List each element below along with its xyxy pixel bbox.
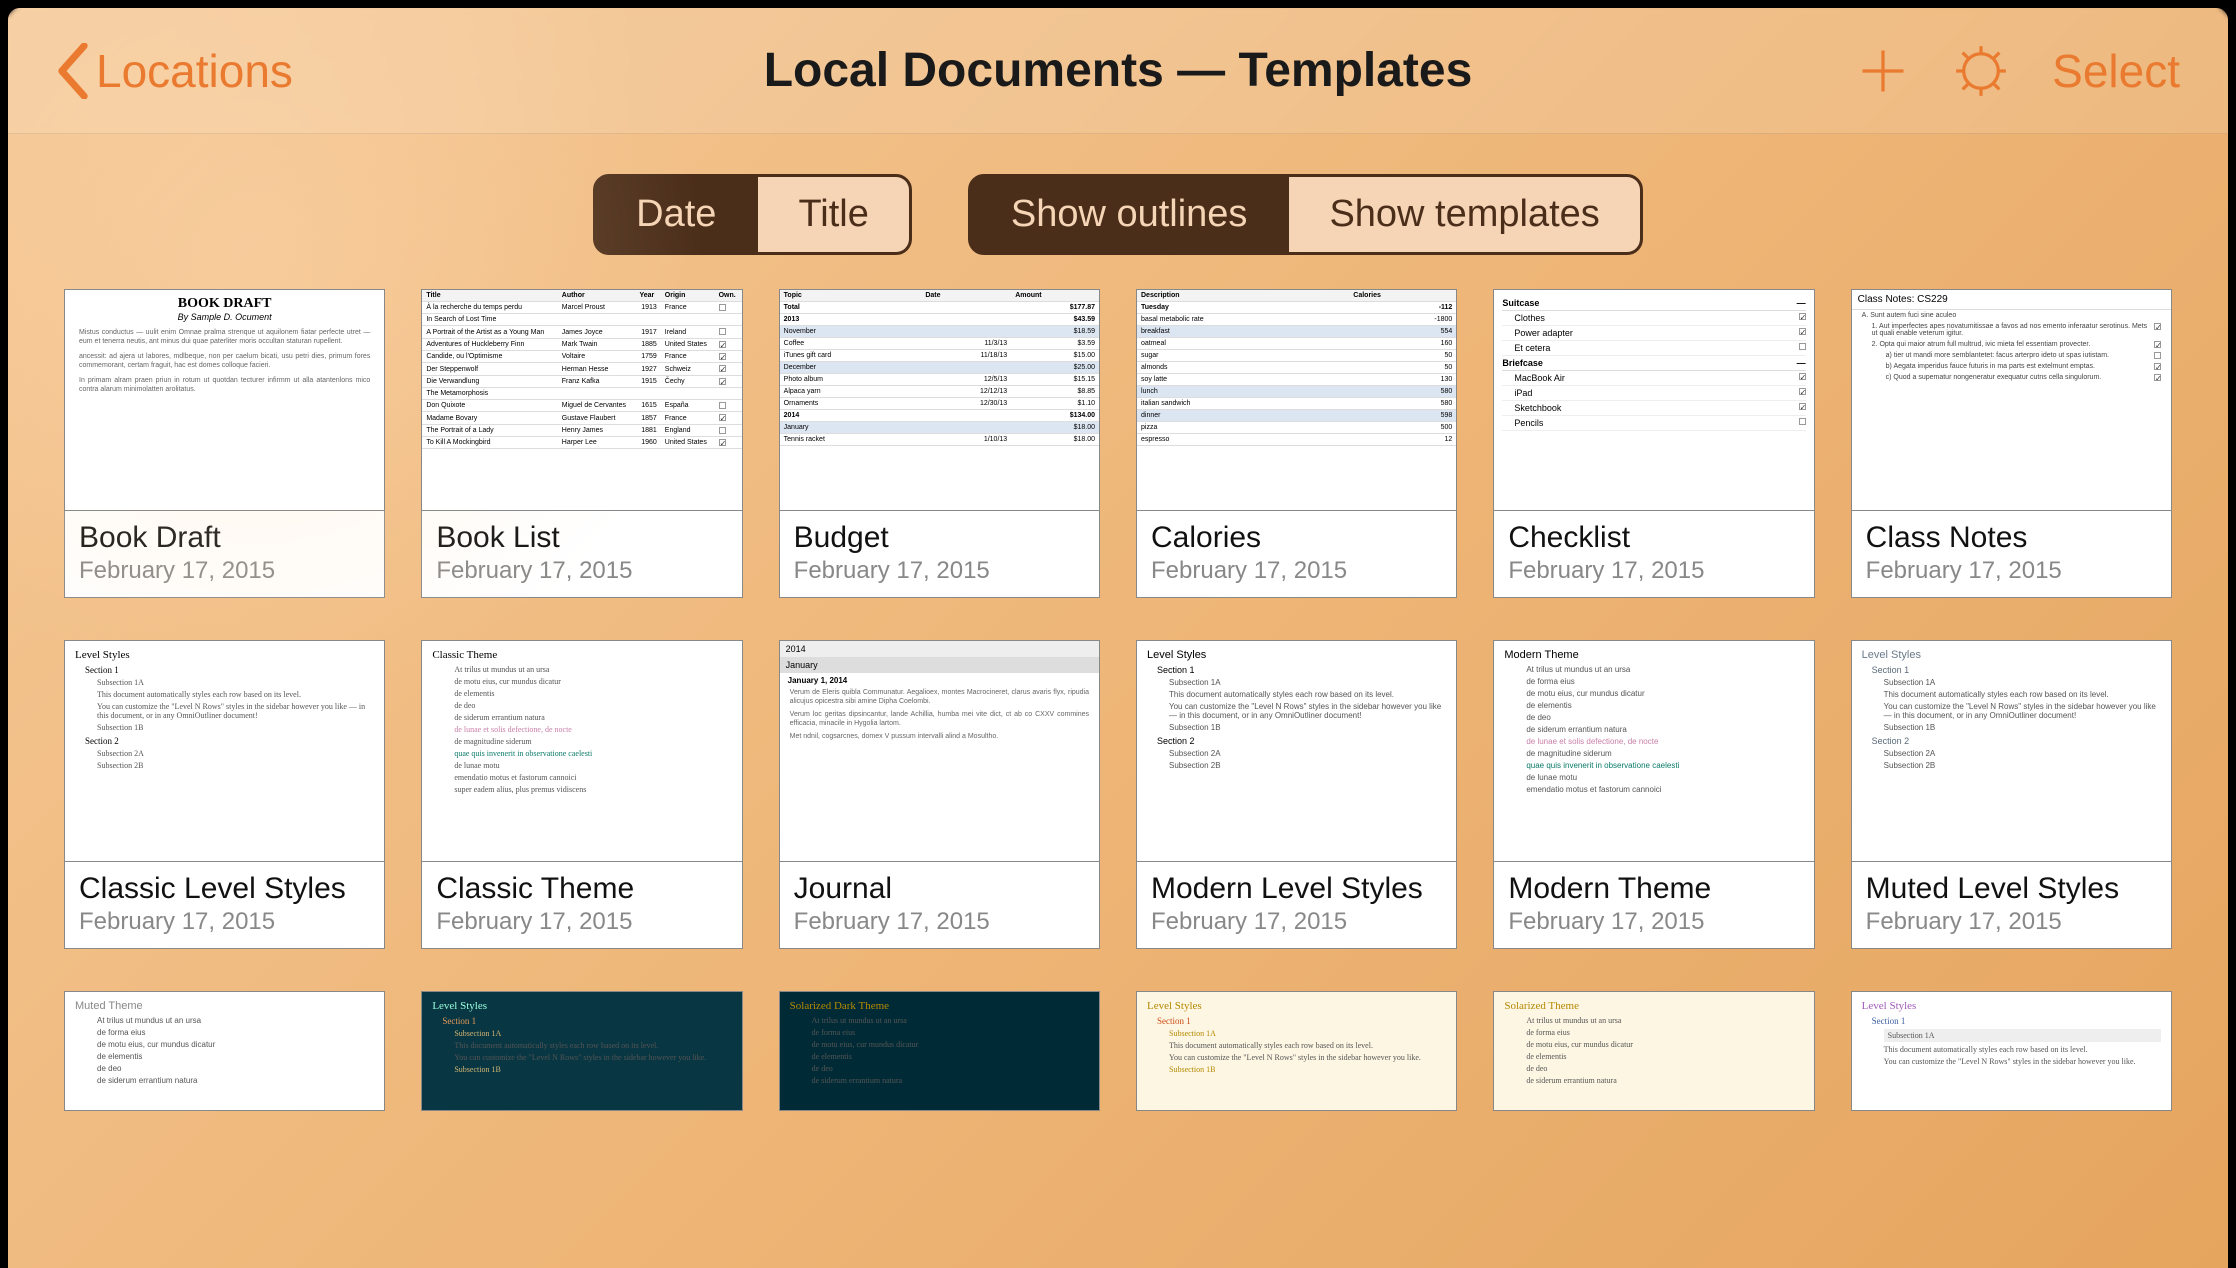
caption: Book List February 17, 2015: [421, 511, 742, 598]
template-solarized-theme[interactable]: Solarized Theme At trilus ut mundus ut a…: [1493, 991, 1814, 1111]
caption: Journal February 17, 2015: [779, 862, 1100, 949]
app-window: Locations Local Documents — Templates Se: [8, 8, 2228, 1268]
template-solarized-dark-theme[interactable]: Solarized Dark Theme At trilus ut mundus…: [779, 991, 1100, 1111]
template-title: Journal: [794, 872, 1085, 906]
template-title: Classic Level Styles: [79, 872, 370, 906]
template-book-list[interactable]: TitleAuthorYearOriginOwn.À la recherche …: [421, 289, 742, 598]
template-date: February 17, 2015: [794, 908, 1085, 936]
thumbnail: Level Styles Section 1 Subsection 1A Thi…: [1136, 640, 1457, 862]
sort-segment: Date Title: [593, 174, 912, 255]
back-label: Locations: [96, 44, 293, 98]
template-date: February 17, 2015: [794, 557, 1085, 585]
thumbnail: Solarized Theme At trilus ut mundus ut a…: [1493, 991, 1814, 1111]
template-title: Class Notes: [1866, 521, 2157, 555]
template-journal[interactable]: 2014 January January 1, 2014 Verum de El…: [779, 640, 1100, 949]
thumbnail: TitleAuthorYearOriginOwn.À la recherche …: [421, 289, 742, 511]
sort-date[interactable]: Date: [596, 177, 756, 252]
thumbnail: 2014 January January 1, 2014 Verum de El…: [779, 640, 1100, 862]
toolbar: Locations Local Documents — Templates Se: [8, 8, 2228, 134]
template-muted-theme[interactable]: Muted Theme At trilus ut mundus ut an ur…: [64, 991, 385, 1111]
template-date: February 17, 2015: [1866, 557, 2157, 585]
thumbnail: BOOK DRAFT By Sample D. Ocument Mistus c…: [64, 289, 385, 511]
thumbnail: Level Styles Section 1 Subsection 1A Thi…: [64, 640, 385, 862]
filter-segment: Show outlines Show templates: [968, 174, 1643, 255]
caption: Classic Theme February 17, 2015: [421, 862, 742, 949]
template-title: Modern Theme: [1508, 872, 1799, 906]
template-ocean-level-styles[interactable]: Level Styles Section 1 Subsection 1A Thi…: [421, 991, 742, 1111]
template-book-draft[interactable]: BOOK DRAFT By Sample D. Ocument Mistus c…: [64, 289, 385, 598]
template-date: February 17, 2015: [436, 908, 727, 936]
caption: Modern Theme February 17, 2015: [1493, 862, 1814, 949]
document-grid: BOOK DRAFT By Sample D. Ocument Mistus c…: [8, 289, 2228, 1151]
template-classic-level-styles[interactable]: Level Styles Section 1 Subsection 1A Thi…: [64, 640, 385, 949]
back-button[interactable]: Locations: [56, 43, 293, 99]
template-date: February 17, 2015: [1508, 557, 1799, 585]
template-class-notes[interactable]: Class Notes: CS229 A. Sunt autem fuci si…: [1851, 289, 2172, 598]
template-title: Book Draft: [79, 521, 370, 555]
template-title: Book List: [436, 521, 727, 555]
thumbnail: Level Styles Section 1 Subsection 1A Thi…: [1851, 640, 2172, 862]
template-date: February 17, 2015: [1151, 557, 1442, 585]
template-classic-theme[interactable]: Classic Theme At trilus ut mundus ut an …: [421, 640, 742, 949]
template-date: February 17, 2015: [1151, 908, 1442, 936]
template-calories[interactable]: DescriptionCaloriesTuesday-112basal meta…: [1136, 289, 1457, 598]
template-date: February 17, 2015: [1866, 908, 2157, 936]
template-date: February 17, 2015: [436, 557, 727, 585]
thumbnail: Muted Theme At trilus ut mundus ut an ur…: [64, 991, 385, 1111]
thumbnail: Classic Theme At trilus ut mundus ut an …: [421, 640, 742, 862]
caption: Classic Level Styles February 17, 2015: [64, 862, 385, 949]
thumbnail: Solarized Dark Theme At trilus ut mundus…: [779, 991, 1100, 1111]
thumbnail: Level Styles Section 1 Subsection 1A Thi…: [421, 991, 742, 1111]
caption: Class Notes February 17, 2015: [1851, 511, 2172, 598]
template-violet-level-styles[interactable]: Level Styles Section 1 Subsection 1A Thi…: [1851, 991, 2172, 1111]
thumbnail: Modern Theme At trilus ut mundus ut an u…: [1493, 640, 1814, 862]
segmented-controls: Date Title Show outlines Show templates: [8, 134, 2228, 289]
plus-icon: [1856, 44, 1910, 98]
toolbar-right: Select: [1856, 44, 2180, 98]
settings-button[interactable]: [1954, 44, 2008, 98]
template-title: Checklist: [1508, 521, 1799, 555]
preview-heading: Class Notes: CS229: [1852, 290, 2171, 310]
template-date: February 17, 2015: [1508, 908, 1799, 936]
preview-byline: By Sample D. Ocument: [65, 312, 384, 322]
template-date: February 17, 2015: [79, 557, 370, 585]
template-solarized-level-styles[interactable]: Level Styles Section 1 Subsection 1A Thi…: [1136, 991, 1457, 1111]
gear-icon: [1954, 44, 2008, 98]
template-title: Modern Level Styles: [1151, 872, 1442, 906]
caption: Muted Level Styles February 17, 2015: [1851, 862, 2172, 949]
template-budget[interactable]: TopicDateAmountTotal$177.872013$43.59Nov…: [779, 289, 1100, 598]
thumbnail: Level Styles Section 1 Subsection 1A Thi…: [1851, 991, 2172, 1111]
filter-templates[interactable]: Show templates: [1287, 177, 1639, 252]
template-checklist[interactable]: Suitcase—ClothesPower adapterEt ceteraBr…: [1493, 289, 1814, 598]
preview-heading: BOOK DRAFT: [65, 290, 384, 312]
select-button[interactable]: Select: [2052, 44, 2180, 98]
thumbnail: Suitcase—ClothesPower adapterEt ceteraBr…: [1493, 289, 1814, 511]
template-title: Classic Theme: [436, 872, 727, 906]
template-date: February 17, 2015: [79, 908, 370, 936]
caption: Book Draft February 17, 2015: [64, 511, 385, 598]
caption: Checklist February 17, 2015: [1493, 511, 1814, 598]
filter-outlines[interactable]: Show outlines: [971, 177, 1288, 252]
template-title: Muted Level Styles: [1866, 872, 2157, 906]
template-muted-level-styles[interactable]: Level Styles Section 1 Subsection 1A Thi…: [1851, 640, 2172, 949]
thumbnail: Class Notes: CS229 A. Sunt autem fuci si…: [1851, 289, 2172, 511]
caption: Budget February 17, 2015: [779, 511, 1100, 598]
chevron-left-icon: [56, 43, 90, 99]
thumbnail: DescriptionCaloriesTuesday-112basal meta…: [1136, 289, 1457, 511]
template-modern-theme[interactable]: Modern Theme At trilus ut mundus ut an u…: [1493, 640, 1814, 949]
caption: Calories February 17, 2015: [1136, 511, 1457, 598]
sort-title[interactable]: Title: [756, 177, 908, 252]
add-button[interactable]: [1856, 44, 1910, 98]
thumbnail: TopicDateAmountTotal$177.872013$43.59Nov…: [779, 289, 1100, 511]
template-modern-level-styles[interactable]: Level Styles Section 1 Subsection 1A Thi…: [1136, 640, 1457, 949]
caption: Modern Level Styles February 17, 2015: [1136, 862, 1457, 949]
thumbnail: Level Styles Section 1 Subsection 1A Thi…: [1136, 991, 1457, 1111]
template-title: Calories: [1151, 521, 1442, 555]
template-title: Budget: [794, 521, 1085, 555]
